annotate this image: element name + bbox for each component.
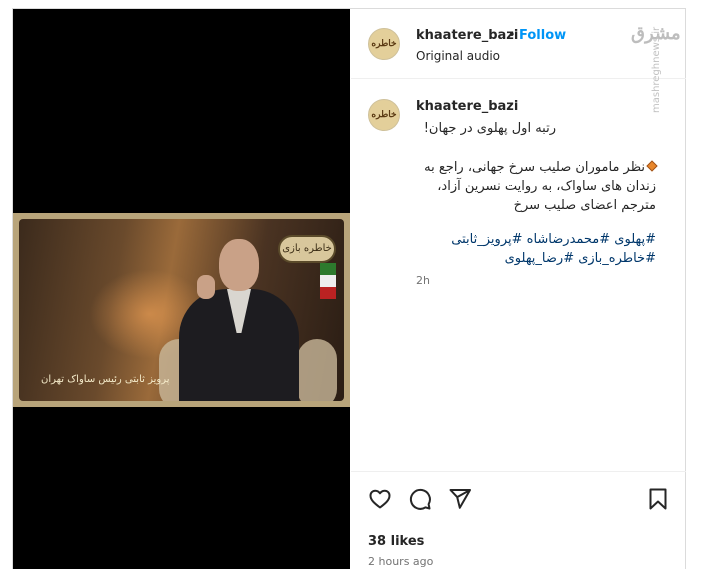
- caption-timestamp[interactable]: 2h: [416, 274, 430, 287]
- likes-count[interactable]: 38 likes: [368, 534, 424, 549]
- separator-dot: •: [508, 28, 516, 43]
- person-hand: [197, 275, 215, 299]
- username-link[interactable]: khaatere_bazi: [416, 28, 518, 43]
- watermark-url: mashreghnews.ir: [651, 26, 662, 113]
- caption-body: نظر ماموران صلیب سرخ جهانی، راجع به زندا…: [416, 158, 658, 215]
- send-icon[interactable]: [447, 486, 473, 512]
- comment-icon[interactable]: [407, 486, 433, 512]
- post-sidebar: خاطره khaatere_bazi • Follow Original au…: [351, 9, 686, 569]
- audio-link[interactable]: Original audio: [416, 49, 500, 63]
- video-caption: پرویز ثابتی رئیس ساواک تهران: [41, 374, 170, 385]
- orange-diamond-icon: [646, 160, 658, 172]
- action-bar: 38 likes 2 hours ago: [351, 471, 686, 569]
- video-frame: خاطره بازی پرویز ثابتی رئیس ساواک تهران: [19, 219, 344, 401]
- avatar[interactable]: خاطره: [368, 28, 400, 60]
- avatar-text: خاطره: [371, 39, 397, 49]
- armchair-right: [297, 339, 337, 401]
- hashtag-list[interactable]: #پهلوی #محمدرضاشاه #پرویز_ثابتی #خاطره_ب…: [416, 230, 656, 268]
- avatar-text: خاطره: [371, 110, 397, 120]
- follow-button[interactable]: Follow: [519, 28, 566, 43]
- video-player[interactable]: خاطره بازی پرویز ثابتی رئیس ساواک تهران: [13, 213, 350, 407]
- watermark: مشرق mashreghnews.ir: [623, 17, 683, 137]
- caption-title: رتبه اول پهلوی در جهان!: [423, 121, 556, 136]
- caption-username-suffix: .: [508, 99, 513, 114]
- flag-graphic: [320, 263, 336, 299]
- bookmark-icon[interactable]: [645, 486, 671, 512]
- media-panel: خاطره بازی پرویز ثابتی رئیس ساواک تهران: [13, 9, 350, 569]
- caption-body-text: نظر ماموران صلیب سرخ جهانی، راجع به زندا…: [424, 160, 656, 213]
- post-dialog: خاطره بازی پرویز ثابتی رئیس ساواک تهران …: [12, 8, 686, 569]
- person-head: [219, 239, 259, 291]
- heart-icon[interactable]: [367, 486, 393, 512]
- avatar[interactable]: خاطره: [368, 99, 400, 131]
- post-timestamp[interactable]: 2 hours ago: [368, 555, 433, 568]
- channel-logo-badge: خاطره بازی: [278, 235, 336, 263]
- caption-username[interactable]: khaatere_bazi: [416, 99, 518, 114]
